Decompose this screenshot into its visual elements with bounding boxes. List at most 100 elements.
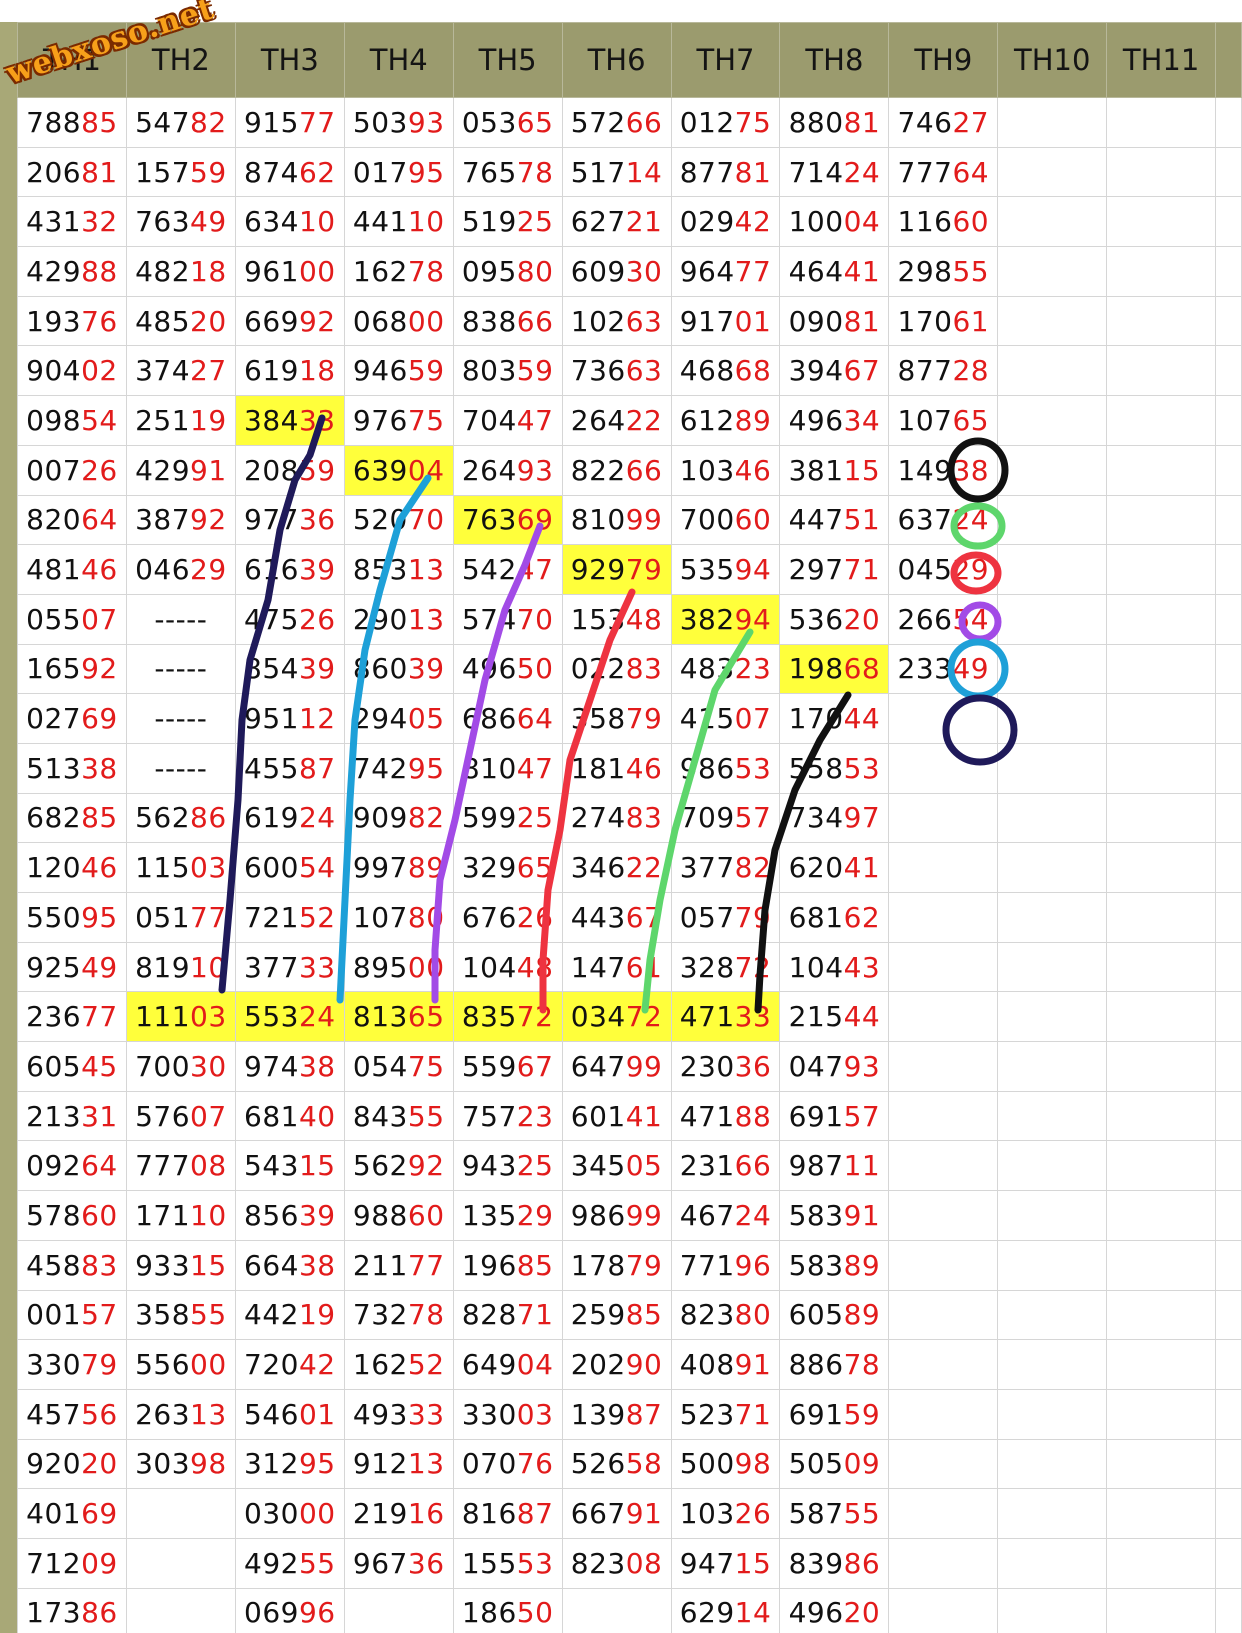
table-cell[interactable]: 84355 xyxy=(343,1090,454,1142)
table-cell[interactable] xyxy=(1106,742,1217,794)
table-cell[interactable]: 72042 xyxy=(234,1339,345,1390)
table-cell[interactable]: 44367 xyxy=(561,892,672,943)
table-cell[interactable]: 31295 xyxy=(234,1438,345,1490)
table-cell[interactable]: 30398 xyxy=(125,1438,236,1490)
table-cell[interactable]: 23677 xyxy=(17,991,127,1043)
table-cell[interactable]: 41507 xyxy=(670,693,781,744)
table-cell[interactable]: 81047 xyxy=(452,742,563,794)
table-cell[interactable]: 11503 xyxy=(125,842,236,893)
table-cell[interactable] xyxy=(888,892,999,943)
table-cell[interactable]: 91577 xyxy=(234,97,345,148)
table-cell[interactable]: 21916 xyxy=(343,1488,454,1539)
table-cell[interactable] xyxy=(888,1090,999,1142)
table-cell[interactable]: 06996 xyxy=(234,1587,345,1633)
column-header-4[interactable]: TH4 xyxy=(343,22,454,98)
table-cell[interactable] xyxy=(1215,1041,1242,1092)
table-cell[interactable] xyxy=(888,991,999,1043)
table-cell[interactable]: 17879 xyxy=(561,1239,672,1291)
table-cell[interactable] xyxy=(1106,991,1217,1043)
table-cell[interactable]: 95112 xyxy=(234,693,345,744)
table-cell[interactable] xyxy=(1215,196,1242,248)
table-cell[interactable] xyxy=(888,842,999,893)
table-cell[interactable] xyxy=(888,1041,999,1092)
table-cell[interactable]: 67626 xyxy=(452,892,563,943)
table-cell[interactable]: 29013 xyxy=(343,593,454,645)
table-cell[interactable] xyxy=(1106,1239,1217,1291)
table-cell[interactable] xyxy=(997,444,1108,496)
table-cell[interactable]: 10346 xyxy=(670,444,781,496)
table-cell[interactable] xyxy=(1215,1587,1242,1633)
table-cell[interactable] xyxy=(997,1587,1108,1633)
table-cell[interactable]: 40169 xyxy=(17,1488,127,1539)
table-cell[interactable]: 66791 xyxy=(561,1488,672,1539)
table-cell[interactable]: 50509 xyxy=(779,1438,890,1490)
table-cell[interactable] xyxy=(1106,1289,1217,1341)
table-cell[interactable]: 66438 xyxy=(234,1239,345,1291)
table-cell[interactable]: 06800 xyxy=(343,295,454,347)
table-cell[interactable] xyxy=(1106,1190,1217,1241)
table-cell[interactable]: 61918 xyxy=(234,345,345,397)
table-cell[interactable] xyxy=(1215,345,1242,397)
table-cell[interactable] xyxy=(1215,1289,1242,1341)
table-cell[interactable]: 78885 xyxy=(17,97,127,148)
table-cell[interactable]: 11660 xyxy=(888,196,999,248)
table-cell[interactable]: 60054 xyxy=(234,842,345,893)
table-cell[interactable] xyxy=(1215,97,1242,148)
table-cell[interactable]: 56286 xyxy=(125,792,236,844)
table-cell[interactable]: 16252 xyxy=(343,1339,454,1390)
table-cell[interactable]: 61639 xyxy=(234,544,345,595)
column-header-8[interactable]: TH8 xyxy=(779,22,890,98)
table-cell[interactable]: 09264 xyxy=(17,1140,127,1192)
table-cell[interactable]: 07076 xyxy=(452,1438,563,1490)
table-cell[interactable]: 57860 xyxy=(17,1190,127,1241)
table-cell[interactable]: 68285 xyxy=(17,792,127,844)
table-cell[interactable]: 94715 xyxy=(670,1537,781,1589)
table-cell[interactable]: 82308 xyxy=(561,1537,672,1589)
table-cell[interactable] xyxy=(1215,1488,1242,1539)
table-cell[interactable]: 81687 xyxy=(452,1488,563,1539)
table-cell[interactable]: 03000 xyxy=(234,1488,345,1539)
table-cell[interactable] xyxy=(1106,593,1217,645)
table-cell[interactable]: 59925 xyxy=(452,792,563,844)
table-cell[interactable] xyxy=(1106,1388,1217,1440)
table-cell[interactable]: 15759 xyxy=(125,146,236,198)
table-cell[interactable]: 45587 xyxy=(234,742,345,794)
table-cell[interactable] xyxy=(997,1537,1108,1589)
table-cell[interactable] xyxy=(125,1587,236,1633)
table-cell[interactable] xyxy=(997,991,1108,1043)
table-cell[interactable] xyxy=(888,1587,999,1633)
table-cell[interactable]: 49255 xyxy=(234,1537,345,1589)
table-cell[interactable] xyxy=(888,1388,999,1440)
table-cell[interactable] xyxy=(888,1438,999,1490)
table-cell[interactable]: 38115 xyxy=(779,444,890,496)
table-cell[interactable] xyxy=(888,792,999,844)
table-cell[interactable]: 96100 xyxy=(234,246,345,297)
table-cell[interactable] xyxy=(997,1339,1108,1390)
table-cell[interactable] xyxy=(997,643,1108,695)
table-cell[interactable] xyxy=(1106,792,1217,844)
table-cell[interactable] xyxy=(125,1488,236,1539)
table-cell[interactable]: 98860 xyxy=(343,1190,454,1241)
table-cell[interactable]: 60141 xyxy=(561,1090,672,1142)
table-cell[interactable]: 47526 xyxy=(234,593,345,645)
table-cell[interactable]: 88081 xyxy=(779,97,890,148)
table-cell[interactable]: 92549 xyxy=(17,941,127,993)
table-cell[interactable]: 27483 xyxy=(561,792,672,844)
table-cell[interactable] xyxy=(997,1190,1108,1241)
table-cell[interactable]: 18650 xyxy=(452,1587,563,1633)
table-cell[interactable]: 05365 xyxy=(452,97,563,148)
table-cell[interactable]: 21544 xyxy=(779,991,890,1043)
table-cell[interactable]: 51925 xyxy=(452,196,563,248)
table-cell[interactable]: 49620 xyxy=(779,1587,890,1633)
table-cell[interactable]: 44110 xyxy=(343,196,454,248)
table-cell[interactable]: 55967 xyxy=(452,1041,563,1092)
table-cell[interactable]: 04793 xyxy=(779,1041,890,1092)
table-cell[interactable]: 85439 xyxy=(234,643,345,695)
table-cell[interactable]: 82380 xyxy=(670,1289,781,1341)
table-cell[interactable]: 94659 xyxy=(343,345,454,397)
table-cell[interactable]: 70030 xyxy=(125,1041,236,1092)
table-cell[interactable] xyxy=(1106,345,1217,397)
table-cell[interactable]: 00157 xyxy=(17,1289,127,1341)
table-cell[interactable]: 83572 xyxy=(452,991,563,1043)
table-cell[interactable] xyxy=(1106,97,1217,148)
